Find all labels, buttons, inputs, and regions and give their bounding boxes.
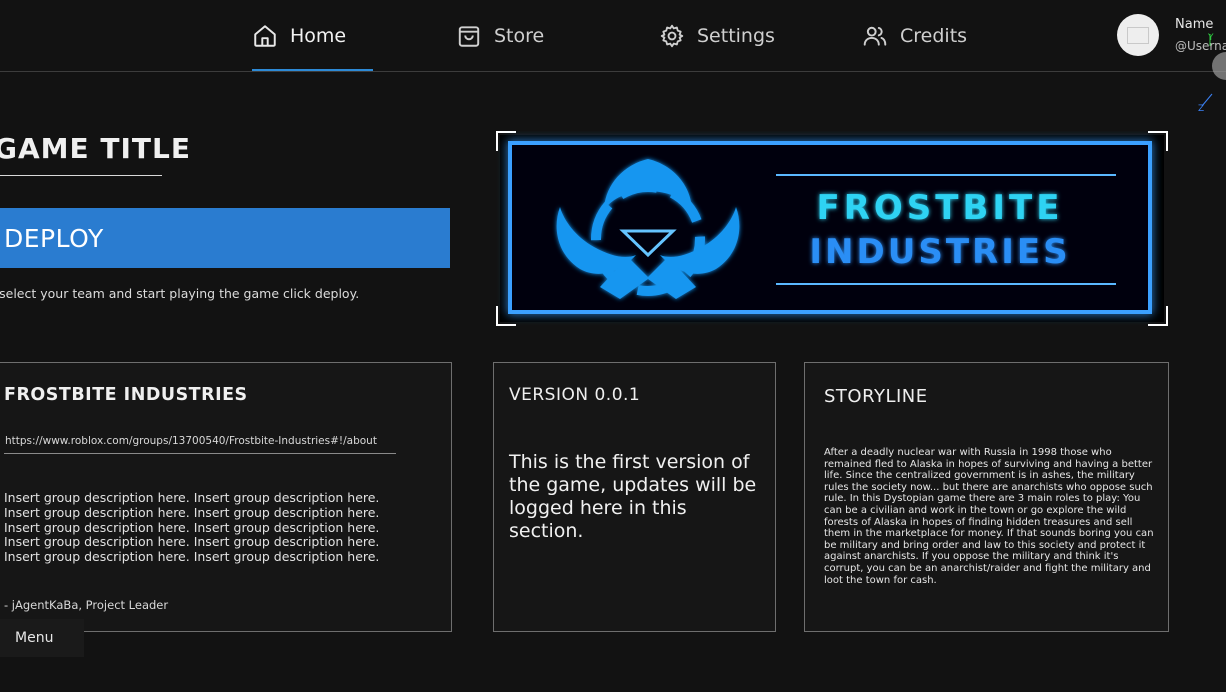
svg-text:Z: Z <box>1198 104 1204 112</box>
url-divider <box>4 453 396 454</box>
bag-icon <box>458 26 480 47</box>
logo-banner: FROSTBITE INDUSTRIES <box>496 131 1168 326</box>
group-description-line: Insert group description here. Insert gr… <box>4 519 380 535</box>
deploy-button[interactable]: DEPLOY <box>0 208 450 268</box>
active-tab-indicator <box>252 69 373 71</box>
group-description-line: Insert group description here. Insert gr… <box>4 490 380 505</box>
nav-tab-credits-label: Credits <box>900 25 968 47</box>
menu-button[interactable]: Menu <box>0 619 84 657</box>
image-placeholder-icon <box>1127 26 1149 44</box>
home-icon <box>254 25 276 47</box>
nav-tab-store[interactable]: Store <box>456 20 544 52</box>
version-title: VERSION 0.0.1 <box>509 385 641 405</box>
deploy-hint-text: To select your team and start playing th… <box>0 286 360 301</box>
top-nav-bar: Home Store Settings Credits <box>0 0 1226 72</box>
nav-tab-settings[interactable]: Settings <box>659 20 775 52</box>
storyline-title: STORYLINE <box>824 386 928 407</box>
nav-tab-home[interactable]: Home <box>252 20 346 52</box>
orientation-gizmo-icon: Y Z <box>1198 33 1226 112</box>
group-description: Insert group description here. Insert gr… <box>4 490 444 565</box>
banner-line-2: INDUSTRIES <box>809 232 1070 272</box>
deploy-button-label: DEPLOY <box>4 223 104 253</box>
group-description-line: Insert group description here. Insert gr… <box>4 534 380 550</box>
nav-tab-store-label: Store <box>494 25 545 47</box>
menu-button-label: Menu <box>15 630 54 646</box>
avatar[interactable] <box>1117 14 1159 56</box>
page-title: GAME TITLE <box>0 132 191 165</box>
nav-tab-settings-label: Settings <box>697 25 775 47</box>
storyline-panel: STORYLINE After a deadly nuclear war wit… <box>804 362 1169 632</box>
nav-tab-credits[interactable]: Credits <box>862 20 967 52</box>
gear-icon <box>660 24 684 48</box>
group-info-panel: FROSTBITE INDUSTRIES https://www.roblox.… <box>0 362 452 632</box>
svg-text:Y: Y <box>1207 33 1214 43</box>
nav-tab-home-label: Home <box>290 25 347 47</box>
group-description-line: Insert group description here. Insert gr… <box>4 504 380 520</box>
user-display-name: Name <box>1175 17 1214 32</box>
users-icon <box>863 26 887 46</box>
group-title: FROSTBITE INDUSTRIES <box>4 385 248 405</box>
banner-line-1: FROSTBITE <box>817 188 1064 228</box>
storyline-text: After a deadly nuclear war with Russia i… <box>824 447 1154 586</box>
group-description-line: Insert group description here. Insert gr… <box>4 549 380 565</box>
group-url-link[interactable]: https://www.roblox.com/groups/13700540/F… <box>5 435 377 447</box>
version-notes: This is the first version of the game, u… <box>509 451 757 542</box>
title-underline <box>0 175 162 176</box>
version-panel: VERSION 0.0.1 This is the first version … <box>493 362 776 632</box>
group-signature: - jAgentKaBa, Project Leader <box>4 598 169 612</box>
